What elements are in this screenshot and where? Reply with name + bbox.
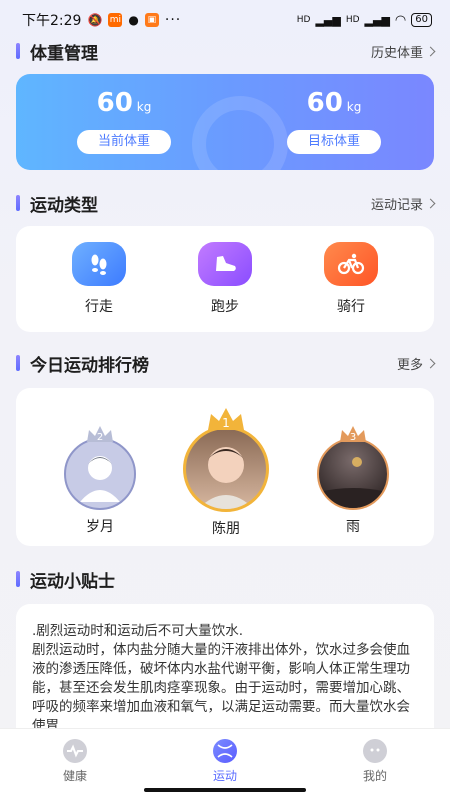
history-weight-link[interactable]: 历史体重 [370,42,436,61]
home-indicator [144,788,306,792]
sport-record-label: 运动记录 [370,197,423,213]
section-marker [16,43,20,59]
network-type-label: HD [345,15,360,25]
weight-section-header: 体重管理 历史体重 [0,38,450,64]
current-weight-unit: kg [136,100,152,114]
current-weight-value: 60 [96,88,133,118]
tips-text: .剧烈运动时和运动后不可大量饮水. 剧烈运动时，体内盐分随大量的汗液排出体外，饮… [32,623,410,734]
network-type-label: HD [296,15,311,25]
rank-name: 陈朋 [212,521,240,537]
target-weight-value: 60 [306,88,343,118]
status-time: 下午2:29 [22,13,82,29]
sport-types-title: 运动类型 [30,195,98,216]
sport-type-cycle[interactable]: 骑行 [311,242,391,316]
tips-header: 运动小贴士 [0,566,450,592]
battery-indicator: 60 [411,13,432,27]
sport-type-run[interactable]: 跑步 [185,242,265,316]
status-bar: 下午2:29 🔕 mi ● ▣ ··· HD ▂▄▆ HD ▂▄▆ ◠ 60 [0,0,450,40]
sport-type-label: 行走 [85,299,113,315]
section-marker [16,571,20,587]
target-weight-button[interactable]: 目标体重 [287,130,381,154]
footprints-icon [72,242,126,286]
target-weight: 60 kg 目标体重 [274,88,394,154]
chevron-right-icon [425,358,436,368]
sport-type-label: 骑行 [337,299,365,315]
ranking-entry-3[interactable]: 3 雨 [313,424,393,536]
wifi-icon: ◠ [394,12,407,28]
avatar [317,438,389,510]
more-notifications-icon: ··· [164,12,182,28]
tips-title: 运动小贴士 [30,571,115,592]
ranking-header: 今日运动排行榜 更多 [0,350,450,376]
app-notification-icon: mi [108,13,123,27]
avatar [183,426,269,512]
app-notification-icon: ▣ [144,13,159,27]
running-shoe-icon [198,242,252,286]
avatar [64,438,136,510]
signal-icon: ▂▄▆ [364,13,390,27]
chevron-right-icon [425,198,436,208]
weight-card: 60 kg 当前体重 60 kg 目标体重 [16,74,434,170]
ranking-entry-1[interactable]: 1 陈朋 [181,406,271,538]
current-weight-button[interactable]: 当前体重 [77,130,171,154]
history-weight-label: 历史体重 [370,45,423,61]
weight-section-title: 体重管理 [30,43,98,64]
chevron-right-icon [425,46,436,56]
rank-number: 1 [222,416,230,430]
rank-name: 岁月 [86,519,114,535]
heartbeat-icon [63,739,87,763]
section-marker [16,195,20,211]
qq-icon: ● [128,13,139,27]
rank-name: 雨 [346,519,360,535]
mute-icon: 🔕 [87,13,103,27]
sport-types-card: 行走 跑步 骑行 [16,226,434,332]
tab-profile[interactable]: 我的 [325,739,425,800]
tab-label: 运动 [212,769,237,783]
sport-ball-icon [213,739,237,763]
profile-face-icon [363,739,387,763]
ranking-entry-2[interactable]: 2 岁月 [60,424,140,536]
tab-health[interactable]: 健康 [25,739,125,800]
current-weight: 60 kg 当前体重 [64,88,184,154]
target-weight-unit: kg [346,100,362,114]
tab-label: 健康 [62,769,87,783]
section-marker [16,355,20,371]
tips-card: .剧烈运动时和运动后不可大量饮水. 剧烈运动时，体内盐分随大量的汗液排出体外，饮… [16,604,434,744]
bicycle-icon [324,242,378,286]
ranking-card: 2 岁月 1 陈朋 3 雨 [16,388,434,546]
ranking-more-link[interactable]: 更多 [396,354,436,373]
ranking-title: 今日运动排行榜 [30,355,149,376]
sport-type-walk[interactable]: 行走 [59,242,139,316]
sport-record-link[interactable]: 运动记录 [370,194,436,213]
tab-label: 我的 [362,769,387,783]
sport-type-label: 跑步 [211,299,239,315]
sport-types-header: 运动类型 运动记录 [0,190,450,216]
signal-icon: ▂▄▆ [315,13,341,27]
ranking-more-label: 更多 [396,357,423,373]
